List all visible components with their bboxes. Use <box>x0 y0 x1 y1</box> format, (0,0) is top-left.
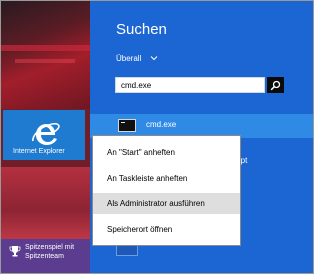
chevron-down-icon[interactable] <box>150 54 158 62</box>
trophy-icon <box>9 246 21 257</box>
search-input-text: cmd.exe <box>121 81 152 90</box>
screenshot-frame: Internet Explorer Spitzenspiel mit Spitz… <box>0 0 314 274</box>
tile-sports-label: Spitzenspiel mit Spitzenteam <box>25 244 75 260</box>
menu-item-pin-to-start[interactable]: An "Start" anheften <box>93 142 240 163</box>
background-stripe <box>1 45 90 51</box>
search-input[interactable]: cmd.exe <box>115 77 265 93</box>
menu-item-run-as-administrator[interactable]: Als Administrator ausführen <box>93 193 240 214</box>
command-prompt-icon <box>118 119 136 132</box>
search-icon <box>270 80 281 90</box>
menu-item-pin-to-taskbar[interactable]: An Taskleiste anheften <box>93 168 240 189</box>
internet-explorer-icon <box>32 122 60 145</box>
charm-title: Suchen <box>116 21 167 38</box>
search-scope-dropdown[interactable]: Überall <box>116 54 141 63</box>
search-result-label: cmd.exe <box>146 120 177 129</box>
start-screen-background-photo <box>1 1 90 109</box>
search-button[interactable] <box>267 77 284 93</box>
menu-item-open-file-location[interactable]: Speicherort öffnen <box>93 219 240 240</box>
context-menu: An "Start" anheften An Taskleiste anheft… <box>92 135 241 246</box>
background-stripe <box>15 59 75 63</box>
tile-internet-explorer-label: Internet Explorer <box>13 148 65 155</box>
